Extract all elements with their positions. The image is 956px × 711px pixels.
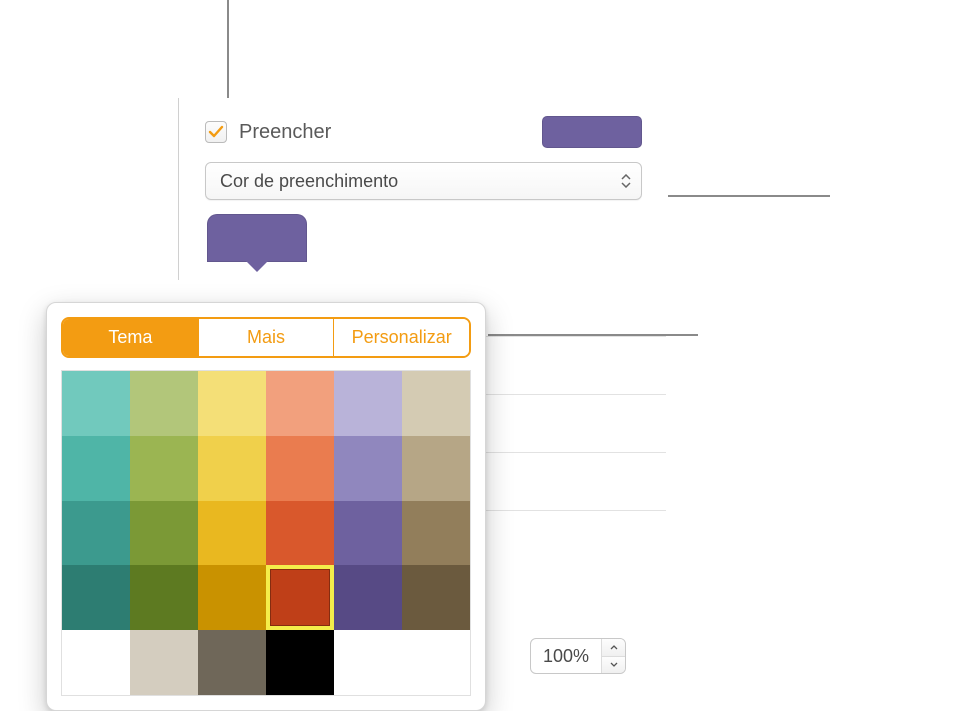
color-swatch[interactable] <box>198 630 266 695</box>
color-swatch[interactable] <box>402 565 470 630</box>
fill-left-group: Preencher <box>205 121 331 144</box>
opacity-value[interactable]: 100% <box>531 639 601 673</box>
dropdown-label: Cor de preenchimento <box>220 171 398 192</box>
color-swatch[interactable] <box>266 436 334 501</box>
fill-checkbox[interactable] <box>205 121 227 143</box>
color-swatch[interactable] <box>402 371 470 436</box>
color-swatch[interactable] <box>266 371 334 436</box>
stepper-down[interactable] <box>602 657 625 674</box>
color-swatch[interactable] <box>334 501 402 566</box>
opacity-stepper <box>601 639 625 673</box>
color-swatch[interactable] <box>198 371 266 436</box>
fill-label: Preencher <box>239 121 331 144</box>
color-swatch[interactable] <box>266 630 334 695</box>
color-swatch[interactable] <box>130 565 198 630</box>
color-swatch[interactable] <box>334 436 402 501</box>
checkmark-icon <box>208 124 224 140</box>
color-swatch[interactable] <box>334 371 402 436</box>
color-popover: Tema Mais Personalizar <box>46 302 486 711</box>
fill-header-row: Preencher <box>205 116 642 148</box>
color-swatch[interactable] <box>198 565 266 630</box>
tab-more[interactable]: Mais <box>199 319 335 356</box>
color-swatch[interactable] <box>402 436 470 501</box>
updown-icon <box>621 174 631 188</box>
color-swatch[interactable] <box>62 371 130 436</box>
color-swatch[interactable] <box>198 436 266 501</box>
tab-theme[interactable]: Tema <box>63 319 199 356</box>
color-swatch[interactable] <box>198 501 266 566</box>
color-swatch[interactable] <box>62 565 130 630</box>
chevron-up-icon <box>610 645 618 650</box>
fill-type-dropdown[interactable]: Cor de preenchimento <box>205 162 642 200</box>
stepper-up[interactable] <box>602 639 625 657</box>
opacity-field: 100% <box>530 638 626 674</box>
color-swatch[interactable] <box>334 565 402 630</box>
color-swatch[interactable] <box>402 501 470 566</box>
color-swatch[interactable] <box>130 630 198 695</box>
tab-customize[interactable]: Personalizar <box>334 319 469 356</box>
color-swatch[interactable] <box>62 630 130 695</box>
color-swatch[interactable] <box>130 371 198 436</box>
callout-line <box>660 195 830 197</box>
chevron-down-icon <box>610 662 618 667</box>
fill-color-well[interactable] <box>207 214 307 262</box>
color-swatch[interactable] <box>62 501 130 566</box>
color-swatch[interactable] <box>62 436 130 501</box>
theme-color-grid <box>61 370 471 696</box>
color-mode-tabs: Tema Mais Personalizar <box>61 317 471 358</box>
color-swatch[interactable] <box>266 501 334 566</box>
color-swatch[interactable] <box>130 436 198 501</box>
fill-panel: Preencher Cor de preenchimento <box>178 98 668 280</box>
color-swatch[interactable] <box>130 501 198 566</box>
color-swatch[interactable] <box>266 565 334 630</box>
fill-preview-swatch[interactable] <box>542 116 642 148</box>
